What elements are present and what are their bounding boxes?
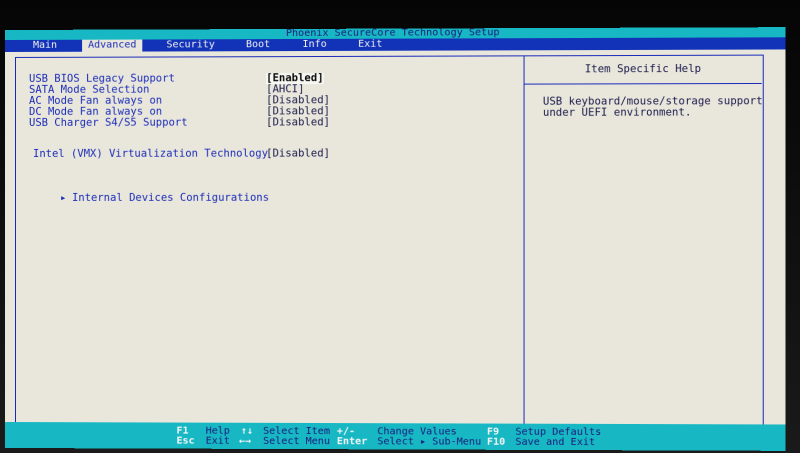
submenu-label: Internal Devices Configurations <box>72 191 270 204</box>
bios-screen: Phoenix SecureCore Technology Setup Main… <box>5 27 786 451</box>
monitor-bezel: Phoenix SecureCore Technology Setup Main… <box>0 0 800 453</box>
key-desc-select-menu: Select Menu <box>263 435 330 448</box>
key-hint-f1: F1 <box>176 426 188 437</box>
key-desc-exit: Exit <box>205 435 230 447</box>
menu-main[interactable]: Main <box>27 40 63 52</box>
help-title: Item Specific Help <box>584 62 702 76</box>
menu-advanced[interactable]: Advanced <box>82 39 143 52</box>
menu-bar: Main Advanced Security Boot Info Exit <box>5 37 786 52</box>
setting-label-usb-charger: USB Charger S4/S5 Support <box>29 116 188 129</box>
key-desc-change-values: Change Values <box>377 426 457 438</box>
key-hint-plusminus: +/- <box>336 426 356 438</box>
menu-exit[interactable]: Exit <box>352 39 389 51</box>
key-hint-esc: Esc <box>176 435 195 447</box>
setting-label-vmx: Intel (VMX) Virtualization Technology <box>33 147 269 160</box>
left-right-arrows-icon: ←→ <box>238 435 252 447</box>
key-hint-leftright: ←→ <box>238 435 252 447</box>
footer-key-legend: F1 Help ↑↓ Select Item +/- Change Values… <box>5 422 786 451</box>
key-hint-f10: F10 <box>486 436 506 448</box>
key-desc-setup-defaults: Setup Defaults <box>515 426 602 439</box>
key-desc-select-item: Select Item <box>263 425 330 438</box>
submenu-internal-devices[interactable]: ▸ Internal Devices Configurations <box>22 180 269 216</box>
key-hint-enter: Enter <box>336 436 368 448</box>
key-desc-select-submenu: Select ▸ Sub-Menu <box>377 436 482 448</box>
window-title: Phoenix SecureCore Technology Setup <box>285 27 500 40</box>
panel-divider <box>523 55 525 425</box>
key-hint-updown: ↑↓ <box>241 426 253 437</box>
help-text: USB keyboard/mouse/storage support under… <box>542 95 763 119</box>
help-line: under UEFI environment. <box>542 106 692 119</box>
menu-security[interactable]: Security <box>160 39 221 51</box>
key-hint-f9: F9 <box>486 426 500 438</box>
menu-boot[interactable]: Boot <box>240 39 276 51</box>
key-desc-save-exit: Save and Exit <box>515 436 596 449</box>
key-desc-help: Help <box>205 425 230 437</box>
setting-value-vmx[interactable]: [Disabled] <box>266 147 330 159</box>
right-triangle-icon: ▸ <box>59 191 67 204</box>
menu-info[interactable]: Info <box>296 39 332 51</box>
setting-value-usb-charger[interactable]: [Disabled] <box>266 116 330 128</box>
